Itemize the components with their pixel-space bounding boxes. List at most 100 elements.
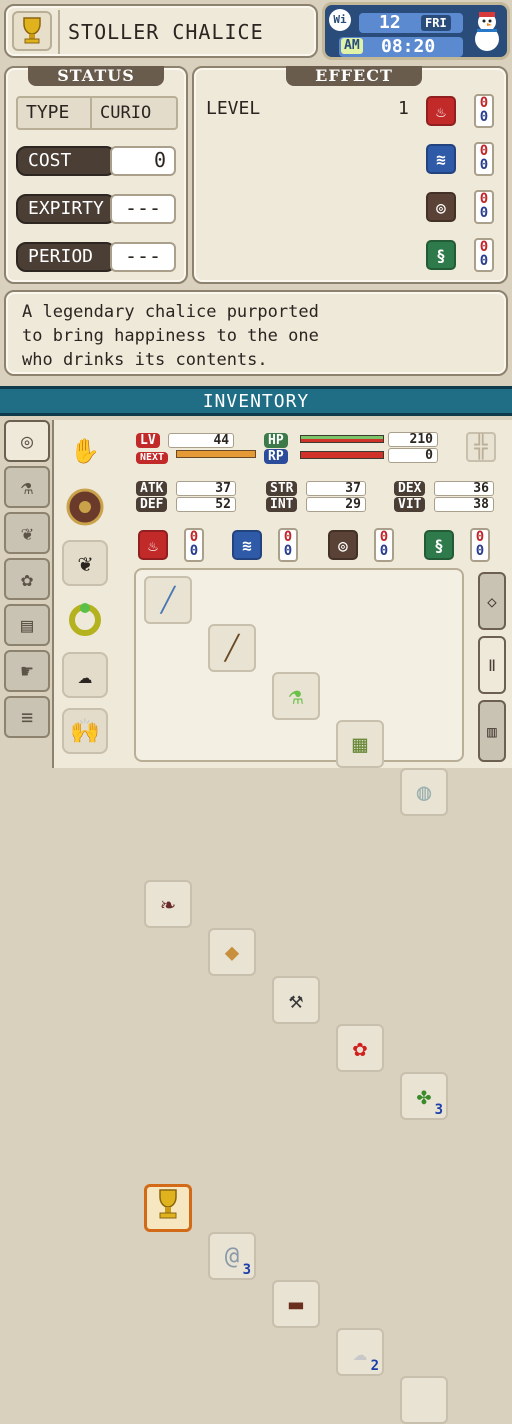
effect-fire-top: 0	[479, 95, 489, 111]
feather-icon[interactable]: ☁	[62, 652, 108, 698]
rose-icon: ✿	[352, 1034, 368, 1062]
tab-list[interactable]: ≡	[4, 696, 50, 738]
bread-icon: ◆	[224, 938, 240, 966]
hp-label: HP	[264, 433, 288, 448]
str-value: 37	[305, 481, 366, 496]
tab-equipment[interactable]: ◎	[4, 420, 50, 462]
water-icon: ≋	[232, 530, 262, 560]
cost-label: COST	[16, 146, 116, 176]
wind-icon: §	[426, 240, 456, 270]
resist-wind-values: 00	[470, 528, 490, 562]
wifi-icon: Wi	[329, 9, 351, 31]
atk-value: 37	[175, 481, 236, 496]
level-value: 1	[398, 98, 409, 119]
date-box: 12 FRI	[359, 13, 463, 33]
clock-day: 12	[379, 12, 401, 33]
effect-panel: EFFECT LEVEL 1 ♨ 00 ≋ 00 ◎ 00 § 00	[192, 66, 508, 284]
tab-books[interactable]: ▤	[4, 604, 50, 646]
scroll-down-button[interactable]: ▥	[478, 700, 506, 762]
ring-icon[interactable]	[62, 596, 108, 642]
rp-label: RP	[264, 449, 288, 464]
item-crate[interactable]: ▦	[336, 720, 384, 768]
potion-icon: ⚗	[288, 682, 304, 710]
scroll-up-button[interactable]: ◇	[478, 572, 506, 630]
staff-icon: ╱	[224, 634, 240, 662]
effect-earth-bottom: 0	[479, 205, 489, 221]
resist-water-top: 0	[283, 529, 293, 545]
item-hoe[interactable]: ⚒	[272, 976, 320, 1024]
effect-fire-values: 00	[474, 94, 494, 128]
item-herb[interactable]: ✤ 3	[400, 1072, 448, 1120]
atk-label: ATK	[136, 481, 168, 496]
dex-row: DEX 36	[394, 480, 494, 496]
chalice-icon	[154, 1188, 182, 1228]
item-whirlwind[interactable]: @3	[208, 1232, 256, 1280]
page-indicator[interactable]: Ⅱ	[478, 636, 506, 694]
crate-icon: ▦	[352, 730, 368, 758]
lv-row: LV 44	[136, 432, 235, 448]
item-chalice[interactable]	[144, 1184, 192, 1232]
def-label: DEF	[136, 497, 168, 512]
fire-icon: ♨	[426, 96, 456, 126]
water-icon: ≋	[426, 144, 456, 174]
time-box: AM 08:20	[339, 37, 463, 57]
int-label: INT	[266, 497, 298, 512]
atk-row: ATK 37	[136, 480, 236, 496]
vit-label: VIT	[394, 497, 426, 512]
description-line-3: who drinks its contents.	[22, 350, 268, 370]
period-label: PERIOD	[16, 242, 116, 272]
item-name-divider	[58, 10, 60, 54]
item-fish[interactable]: ❧	[144, 880, 192, 928]
item-scroll[interactable]: ◍	[400, 768, 448, 816]
resist-earth-top: 0	[379, 529, 389, 545]
brush-icon: ▬	[288, 1290, 304, 1318]
resist-earth-values: 00	[374, 528, 394, 562]
effect-wind-bottom: 0	[479, 253, 489, 269]
dex-label: DEX	[394, 481, 426, 496]
effect-earth-top: 0	[479, 191, 489, 207]
dex-value: 36	[433, 481, 494, 496]
tab-items[interactable]: ⚗	[4, 466, 50, 508]
tab-friends[interactable]: ☛	[4, 650, 50, 692]
expiry-label: EXPIRTY	[16, 194, 116, 224]
item-potion[interactable]: ⚗	[272, 672, 320, 720]
effect-water-values: 00	[474, 142, 494, 176]
status-title: STATUS	[28, 66, 164, 86]
str-label: STR	[266, 481, 298, 496]
resist-earth-bottom: 0	[379, 543, 389, 559]
type-value: CURIO	[100, 103, 152, 123]
item-spear[interactable]: ╱	[144, 576, 192, 624]
item-bread[interactable]: ◆	[208, 928, 256, 976]
resist-fire-bottom: 0	[189, 543, 199, 559]
status-panel: STATUS TYPE CURIO COST 0 EXPIRTY --- PER…	[4, 66, 188, 284]
description-line-2: to bring happiness to the one	[22, 326, 319, 346]
snowman-icon	[469, 9, 505, 55]
rp-value: 0	[388, 448, 438, 463]
hp-row: HP 210	[264, 432, 438, 448]
cape-icon[interactable]: ❦	[62, 540, 108, 586]
tab-crops[interactable]: ✿	[4, 558, 50, 600]
fire-icon: ♨	[138, 530, 168, 560]
tab-animals[interactable]: ❦	[4, 512, 50, 554]
item-rose[interactable]: ✿	[336, 1024, 384, 1072]
clock-widget: Wi 12 FRI AM 08:20	[322, 2, 510, 60]
scroll-icon: ◍	[416, 778, 432, 806]
type-divider	[90, 98, 92, 128]
hands-icon[interactable]: 🙌	[62, 708, 108, 754]
stat-grid-button[interactable]: ╬	[466, 432, 496, 462]
item-empty[interactable]	[400, 1376, 448, 1424]
rp-row: RP 0	[264, 448, 438, 464]
herb-icon: ✤	[416, 1082, 432, 1110]
resist-fire-top: 0	[189, 529, 199, 545]
def-row: DEF 52	[136, 496, 236, 512]
resist-fire-values: 00	[184, 528, 204, 562]
item-wool[interactable]: ☁ 2	[336, 1328, 384, 1376]
shield-icon[interactable]	[62, 484, 108, 530]
int-row: INT 29	[266, 496, 366, 512]
item-staff[interactable]: ╱	[208, 624, 256, 672]
effect-title: EFFECT	[286, 66, 422, 86]
item-name-bar: STOLLER CHALICE	[4, 4, 318, 58]
gauntlet-icon[interactable]: ✋	[62, 428, 108, 474]
item-brush[interactable]: ▬	[272, 1280, 320, 1328]
clock-ampm: AM	[341, 38, 363, 54]
